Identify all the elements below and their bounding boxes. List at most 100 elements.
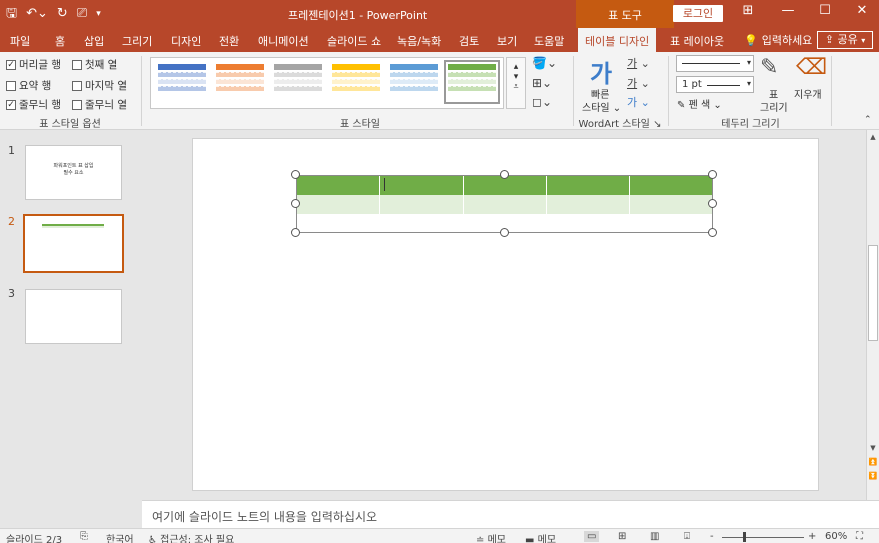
- ribbon-display-icon[interactable]: ⊞: [733, 3, 763, 18]
- tab-help[interactable]: 도움말: [534, 33, 564, 49]
- checkbox-unchecked[interactable]: [72, 59, 82, 70]
- resize-handle[interactable]: [708, 199, 717, 208]
- option-label: 요약 행: [19, 80, 52, 92]
- dialog-launcher-icon[interactable]: ↘: [653, 119, 661, 130]
- slide-thumbnail-2[interactable]: [23, 214, 124, 273]
- wordart-quick-styles-icon[interactable]: 가: [590, 54, 612, 89]
- table-style-swatch[interactable]: [332, 64, 380, 100]
- accessibility-status[interactable]: ♿ 접근성: 조사 필요: [148, 531, 234, 543]
- login-button[interactable]: 로그인: [673, 5, 723, 22]
- tab-table-layout[interactable]: 표 레이아웃: [670, 33, 724, 49]
- slideshow-view-icon[interactable]: ⍗: [684, 531, 690, 542]
- next-slide-icon[interactable]: ⏬: [867, 472, 879, 480]
- tab-table-design[interactable]: 테이블 디자인: [578, 28, 657, 52]
- zoom-out-button[interactable]: -: [710, 531, 714, 542]
- zoom-slider[interactable]: [722, 537, 804, 538]
- minimize-icon[interactable]: —: [773, 3, 803, 18]
- zoom-slider-knob[interactable]: [743, 532, 746, 542]
- collapse-ribbon-icon[interactable]: ⌃: [864, 115, 872, 125]
- tab-slideshow[interactable]: 슬라이드 쇼: [327, 33, 381, 49]
- eraser-icon[interactable]: ⌫: [796, 55, 827, 80]
- resize-handle[interactable]: [708, 228, 717, 237]
- table-style-swatch[interactable]: [274, 64, 322, 100]
- checkbox-unchecked[interactable]: [72, 99, 82, 110]
- scroll-up-icon[interactable]: ▲: [867, 133, 879, 141]
- zoom-in-button[interactable]: +: [808, 531, 816, 542]
- tab-file[interactable]: 파일: [10, 33, 30, 49]
- checkbox-checked[interactable]: ✓: [6, 59, 16, 70]
- resize-handle[interactable]: [291, 199, 300, 208]
- scroll-down-icon[interactable]: ▼: [867, 444, 879, 452]
- group-divider: [831, 56, 832, 126]
- resize-handle[interactable]: [500, 170, 509, 179]
- notes-pane[interactable]: 여기에 슬라이드 노트의 내용을 입력하십시오: [142, 500, 879, 528]
- option-banded-rows[interactable]: ✓ 줄무늬 행: [6, 97, 61, 112]
- language-indicator[interactable]: 한국어: [106, 531, 134, 543]
- customize-icon[interactable]: ▾: [96, 5, 101, 23]
- table-style-swatch[interactable]: [390, 64, 438, 100]
- tab-home[interactable]: 홈: [55, 33, 65, 49]
- tell-me-label: 입력하세요: [761, 34, 813, 47]
- previous-slide-icon[interactable]: ⏫: [867, 458, 879, 466]
- resize-handle[interactable]: [291, 228, 300, 237]
- draw-table-label-2[interactable]: 그리기: [760, 99, 788, 114]
- vertical-scrollbar[interactable]: ▲ ▼ ⏫ ⏬: [866, 130, 879, 500]
- shading-icon[interactable]: 🪣⌄: [532, 56, 557, 70]
- present-icon[interactable]: ⎚: [77, 5, 87, 23]
- resize-handle[interactable]: [500, 228, 509, 237]
- slide-sorter-icon[interactable]: ⊞: [618, 531, 626, 542]
- table-style-swatch[interactable]: [216, 64, 264, 100]
- gallery-more-button[interactable]: ▴ ▾ ⩡: [506, 57, 526, 109]
- scrollbar-thumb[interactable]: [868, 245, 878, 341]
- undo-icon[interactable]: ↶⌄: [26, 5, 48, 23]
- tab-insert[interactable]: 삽입: [84, 33, 104, 49]
- redo-icon[interactable]: ↻: [57, 5, 68, 23]
- text-fill-icon[interactable]: 가 ⌄: [627, 55, 650, 71]
- notes-toggle[interactable]: ≐ 메모: [476, 531, 506, 543]
- normal-view-icon[interactable]: ▭: [584, 531, 600, 542]
- tab-recording[interactable]: 녹음/녹화: [397, 33, 441, 49]
- option-last-column[interactable]: 마지막 열: [72, 78, 127, 93]
- borders-icon[interactable]: ⊞⌄: [532, 76, 552, 90]
- table-selection-frame[interactable]: [296, 175, 713, 233]
- close-icon[interactable]: ✕: [847, 3, 877, 18]
- option-total-row[interactable]: 요약 행: [6, 78, 51, 93]
- tab-animations[interactable]: 애니메이션: [258, 33, 309, 49]
- text-effects-icon[interactable]: 가 ⌄: [627, 94, 650, 110]
- pen-color-button[interactable]: ✎ 펜 색 ⌄: [677, 96, 722, 111]
- fit-to-window-icon[interactable]: ⛶: [856, 531, 863, 542]
- tab-draw[interactable]: 그리기: [122, 33, 152, 49]
- slide-thumbnail-3[interactable]: [25, 289, 122, 344]
- reading-view-icon[interactable]: ▥: [650, 531, 659, 542]
- eraser-label[interactable]: 지우개: [794, 86, 822, 101]
- table-style-swatch-selected[interactable]: [444, 60, 500, 104]
- table-style-swatch[interactable]: [158, 64, 206, 100]
- pen-weight-dropdown[interactable]: 1 pt ▾: [676, 76, 754, 93]
- resize-handle[interactable]: [708, 170, 717, 179]
- zoom-level[interactable]: 60%: [825, 531, 847, 542]
- checkbox-checked[interactable]: ✓: [6, 99, 16, 110]
- option-first-column[interactable]: 첫째 열: [72, 57, 117, 72]
- option-header-row[interactable]: ✓ 머리글 행: [6, 57, 61, 72]
- effects-icon[interactable]: ◻⌄: [532, 95, 552, 109]
- comments-toggle[interactable]: ▬ 메모: [525, 531, 556, 543]
- text-outline-icon[interactable]: 가 ⌄: [627, 75, 650, 91]
- tab-view[interactable]: 보기: [497, 33, 517, 49]
- save-icon[interactable]: 🖫: [6, 5, 17, 23]
- notes-placeholder[interactable]: 여기에 슬라이드 노트의 내용을 입력하십시오: [152, 508, 377, 525]
- resize-handle[interactable]: [291, 170, 300, 179]
- pen-style-dropdown[interactable]: ▾: [676, 55, 754, 72]
- draw-table-icon[interactable]: ✎: [760, 55, 778, 80]
- tab-transitions[interactable]: 전환: [219, 33, 239, 49]
- checkbox-unchecked[interactable]: [72, 80, 82, 91]
- spelling-icon[interactable]: ⎘: [80, 531, 88, 542]
- tab-review[interactable]: 검토: [459, 33, 479, 49]
- quick-styles-label-2[interactable]: 스타일 ⌄: [582, 99, 621, 114]
- checkbox-unchecked[interactable]: [6, 80, 16, 91]
- tab-design[interactable]: 디자인: [171, 33, 201, 49]
- maximize-icon[interactable]: ☐: [810, 3, 840, 18]
- slide-thumbnail-1[interactable]: 파워포인트 표 삽입 필수 요소: [25, 145, 122, 200]
- share-button[interactable]: ⇪ 공유 ▾: [817, 31, 873, 49]
- option-banded-columns[interactable]: 줄무늬 열: [72, 97, 127, 112]
- tell-me-search[interactable]: 💡 입력하세요: [744, 32, 812, 48]
